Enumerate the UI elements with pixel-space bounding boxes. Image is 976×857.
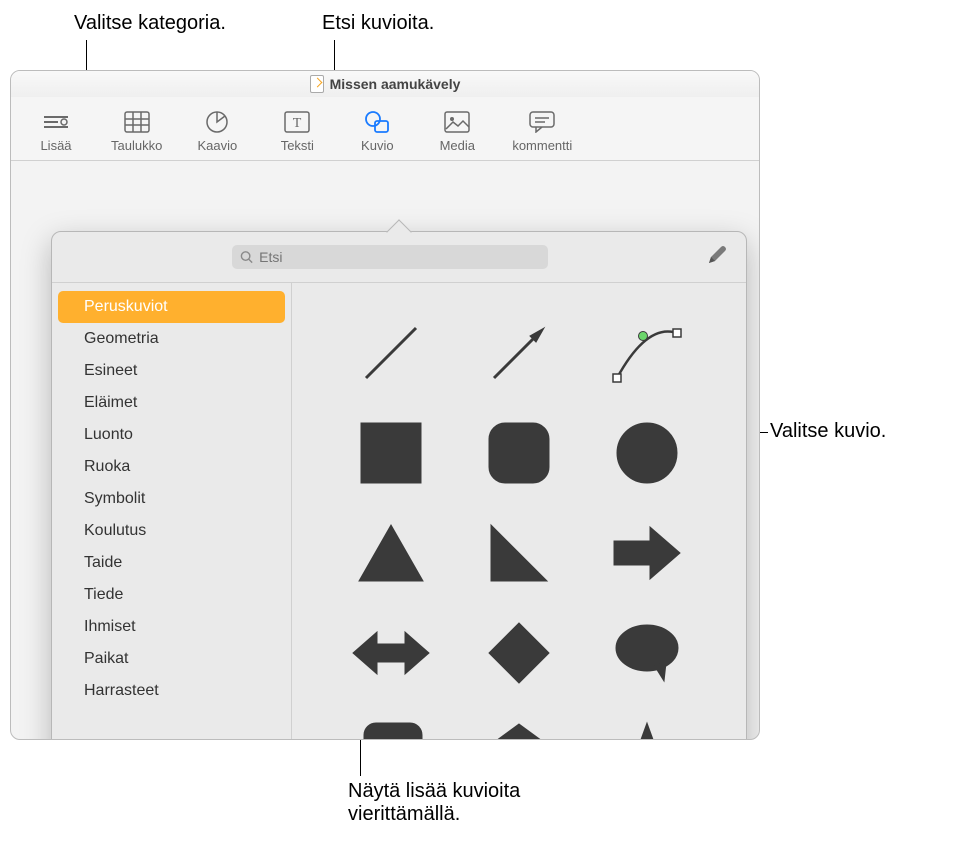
shape-icon [363, 108, 391, 136]
shapes-popover: Peruskuviot Geometria Esineet Eläimet Lu… [51, 231, 747, 740]
shape-callout-box[interactable] [342, 713, 440, 740]
shape-right-triangle[interactable] [470, 513, 568, 593]
search-row [52, 232, 746, 282]
sidebar-item-tiede[interactable]: Tiede [52, 579, 291, 611]
sidebar-item-geometria[interactable]: Geometria [52, 323, 291, 355]
media-icon [443, 108, 471, 136]
search-input[interactable] [259, 249, 540, 265]
popover-body: Peruskuviot Geometria Esineet Eläimet Lu… [52, 282, 746, 740]
sidebar-item-harrasteet[interactable]: Harrasteet [52, 675, 291, 707]
toolbar: Lisää Taulukko Kaavio T Teksti Kuvio [11, 97, 759, 161]
toolbar-comment[interactable]: kommentti [512, 101, 572, 160]
svg-text:T: T [293, 116, 302, 131]
window-title: Missen aamukävely [330, 76, 461, 92]
toolbar-label: Taulukko [111, 138, 162, 153]
shape-star[interactable] [598, 713, 696, 740]
search-field[interactable] [232, 245, 548, 269]
toolbar-table[interactable]: Taulukko [111, 101, 162, 160]
document-icon [310, 75, 324, 93]
toolbar-shape[interactable]: Kuvio [352, 101, 402, 160]
sidebar-item-ihmiset[interactable]: Ihmiset [52, 611, 291, 643]
toolbar-label: Teksti [281, 138, 314, 153]
sidebar-item-taide[interactable]: Taide [52, 547, 291, 579]
callout-choose-shape: Valitse kuvio. [770, 420, 886, 443]
shape-curve[interactable] [598, 313, 696, 393]
sidebar-item-paikat[interactable]: Paikat [52, 643, 291, 675]
toolbar-chart[interactable]: Kaavio [192, 101, 242, 160]
shape-line[interactable] [342, 313, 440, 393]
shape-speech-bubble[interactable] [598, 613, 696, 693]
shape-square[interactable] [342, 413, 440, 493]
app-window: Missen aamukävely Lisää Taulukko Kaavio … [10, 70, 760, 740]
sidebar-item-luonto[interactable]: Luonto [52, 419, 291, 451]
toolbar-label: kommentti [512, 138, 572, 153]
sidebar-item-elaimet[interactable]: Eläimet [52, 387, 291, 419]
sidebar-item-esineet[interactable]: Esineet [52, 355, 291, 387]
search-icon [240, 250, 253, 264]
shape-triangle[interactable] [342, 513, 440, 593]
toolbar-label: Kuvio [361, 138, 394, 153]
chart-icon [203, 108, 231, 136]
sidebar-item-ruoka[interactable]: Ruoka [52, 451, 291, 483]
toolbar-label: Kaavio [197, 138, 237, 153]
sidebar-item-peruskuviot[interactable]: Peruskuviot [58, 291, 285, 323]
pen-icon[interactable] [706, 244, 728, 271]
table-icon [123, 108, 151, 136]
shape-arrow-line[interactable] [470, 313, 568, 393]
toolbar-media[interactable]: Media [432, 101, 482, 160]
text-icon: T [283, 108, 311, 136]
shape-rounded-square[interactable] [470, 413, 568, 493]
comment-icon [528, 108, 556, 136]
callout-category: Valitse kategoria. [74, 12, 226, 35]
insert-icon [42, 108, 70, 136]
shapes-grid[interactable] [292, 283, 746, 740]
toolbar-label: Media [440, 138, 475, 153]
window-titlebar: Missen aamukävely [11, 71, 759, 97]
sidebar-item-koulutus[interactable]: Koulutus [52, 515, 291, 547]
toolbar-label: Lisää [40, 138, 71, 153]
shape-arrow-right[interactable] [598, 513, 696, 593]
sidebar-item-symbolit[interactable]: Symbolit [52, 483, 291, 515]
callout-search: Etsi kuvioita. [322, 12, 434, 35]
shape-diamond[interactable] [470, 613, 568, 693]
shape-circle[interactable] [598, 413, 696, 493]
callout-scroll: Näytä lisää kuvioita vierittämällä. [348, 780, 598, 826]
toolbar-text[interactable]: T Teksti [272, 101, 322, 160]
toolbar-insert[interactable]: Lisää [31, 101, 81, 160]
shape-arrow-bidirectional[interactable] [342, 613, 440, 693]
shape-pentagon[interactable] [470, 713, 568, 740]
category-sidebar[interactable]: Peruskuviot Geometria Esineet Eläimet Lu… [52, 283, 292, 740]
